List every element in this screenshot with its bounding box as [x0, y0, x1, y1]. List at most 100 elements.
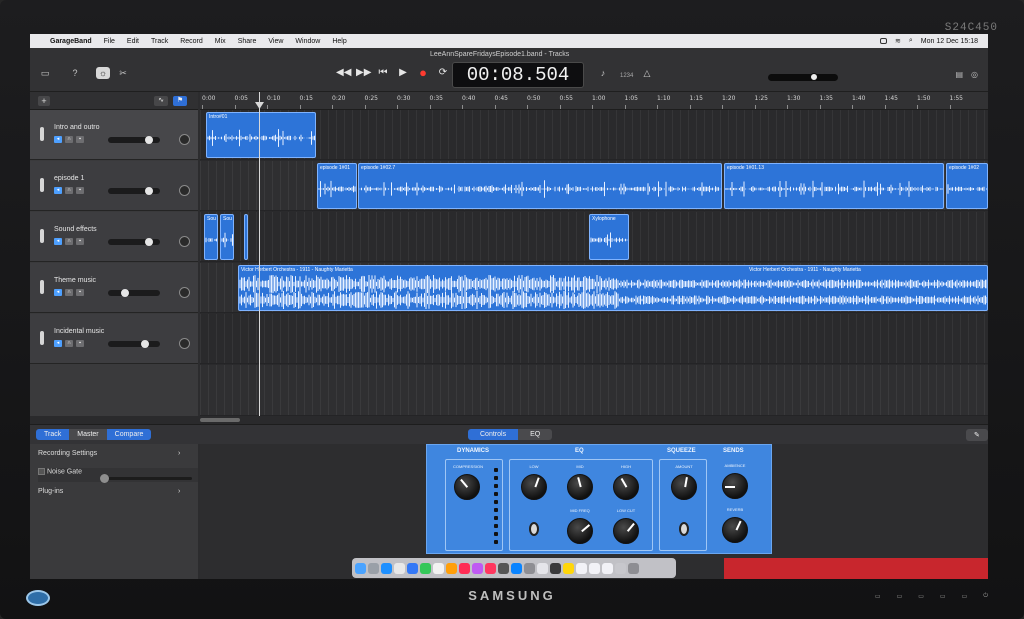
tv-icon[interactable]	[498, 562, 509, 574]
metronome-icon[interactable]: △	[640, 67, 654, 79]
audio-region[interactable]: episode 1#01.13	[724, 163, 944, 209]
mid-freq-knob[interactable]	[567, 518, 593, 544]
mute-icon[interactable]: ◂	[54, 289, 62, 296]
scrollbar-thumb[interactable]	[200, 418, 240, 422]
pan-knob[interactable]	[179, 338, 190, 349]
catch-icon[interactable]: ⚑	[173, 96, 187, 106]
record-enable-icon[interactable]: ▪	[76, 187, 84, 194]
calendar-icon[interactable]	[433, 562, 444, 574]
menubar-clock[interactable]: Mon 12 Dec 15:18	[921, 38, 978, 45]
library-icon[interactable]: ▭	[38, 67, 52, 79]
lcd-time-display[interactable]: 00:08.504	[452, 62, 584, 88]
fast-forward-icon[interactable]: ▶▶	[356, 65, 371, 81]
go-to-start-icon[interactable]: ⏮	[376, 65, 390, 81]
mid-knob[interactable]	[567, 474, 593, 500]
track-name[interactable]: Theme music	[54, 277, 96, 284]
mute-icon[interactable]: ◂	[54, 136, 62, 143]
cycle-icon[interactable]: ⟳	[436, 65, 450, 81]
track-lane[interactable]	[200, 314, 988, 364]
track-name[interactable]: Incidental music	[54, 328, 104, 335]
trash-icon[interactable]	[628, 562, 639, 574]
horizontal-scrollbar[interactable]	[30, 416, 988, 424]
track-lane[interactable]	[200, 365, 988, 416]
noise-gate-knob[interactable]	[100, 474, 109, 483]
high-knob[interactable]	[613, 474, 639, 500]
track-volume-knob[interactable]	[145, 136, 154, 144]
noise-gate-checkbox[interactable]	[38, 468, 45, 475]
track-volume-slider[interactable]	[108, 289, 160, 297]
battery-icon[interactable]	[880, 38, 887, 44]
master-volume-slider[interactable]	[768, 73, 838, 81]
menu-item-window[interactable]: Window	[295, 38, 320, 45]
menu-item-mix[interactable]: Mix	[215, 38, 226, 45]
photos-icon[interactable]	[459, 562, 470, 574]
menu-item-view[interactable]: View	[268, 38, 283, 45]
podcasts-icon[interactable]	[472, 562, 483, 574]
track-volume-slider[interactable]	[108, 340, 160, 348]
messages-icon[interactable]	[420, 562, 431, 574]
preview-icon[interactable]	[537, 562, 548, 574]
audio-region[interactable]: Sou	[204, 214, 218, 260]
record-enable-icon[interactable]: ▪	[76, 340, 84, 347]
track-header[interactable]: Theme music ◂ ∩ ▪	[30, 263, 198, 313]
app-store-icon[interactable]	[511, 562, 522, 574]
menu-item-track[interactable]: Track	[151, 38, 168, 45]
mute-icon[interactable]: ◂	[54, 238, 62, 245]
pan-knob[interactable]	[179, 185, 190, 196]
tab-eq[interactable]: EQ	[518, 429, 553, 440]
low-knob[interactable]	[521, 474, 547, 500]
search-icon[interactable]: ⌕	[909, 37, 913, 45]
track-header[interactable]: episode 1 ◂ ∩ ▪	[30, 161, 198, 211]
track-volume-slider[interactable]	[108, 136, 160, 144]
record-enable-icon[interactable]: ▪	[76, 136, 84, 143]
headphones-icon[interactable]: ∩	[65, 340, 73, 347]
track-volume-knob[interactable]	[121, 289, 130, 297]
low-cut-knob[interactable]	[613, 518, 639, 544]
monitor-button[interactable]: ▭	[940, 593, 946, 600]
notepad-icon[interactable]: ▤	[955, 70, 963, 79]
smart-controls-icon[interactable]: ☼	[96, 67, 110, 79]
noise-gate-slider[interactable]	[100, 474, 192, 483]
wifi-icon[interactable]: ≋	[895, 37, 901, 45]
settings-icon[interactable]	[524, 562, 535, 574]
tuner-icon[interactable]: ♪	[596, 67, 610, 79]
track-header[interactable]: Intro and outro ◂ ∩ ▪	[30, 110, 198, 160]
stickies-icon[interactable]	[563, 562, 574, 574]
record-icon[interactable]: ●	[416, 65, 430, 81]
track-lane[interactable]	[200, 110, 988, 160]
pencil-icon[interactable]: ✎	[966, 429, 988, 441]
track-name[interactable]: episode 1	[54, 175, 84, 182]
track-volume-knob[interactable]	[145, 238, 154, 246]
headphones-icon[interactable]: ∩	[65, 238, 73, 245]
monitor-button[interactable]: ▭	[897, 593, 903, 600]
tab-master[interactable]: Master	[69, 429, 107, 440]
rewind-icon[interactable]: ◀◀	[336, 65, 351, 81]
mail-icon[interactable]	[407, 562, 418, 574]
document-icon[interactable]	[602, 562, 613, 574]
menu-item-edit[interactable]: Edit	[127, 38, 139, 45]
recording-settings-row[interactable]: Recording Settings ›	[38, 450, 180, 457]
loop-browser-icon[interactable]: ◎	[971, 70, 978, 79]
track-volume-slider[interactable]	[108, 187, 160, 195]
record-enable-icon[interactable]: ▪	[76, 238, 84, 245]
eq-toggle[interactable]	[529, 522, 539, 536]
menu-item-file[interactable]: File	[104, 38, 115, 45]
amount-knob[interactable]	[671, 474, 697, 500]
timeline-ruler[interactable]: 0:00 0:05 0:10 0:15 0:20 0:25 0:30 0:35 0:40 0:45…	[200, 92, 988, 110]
automation-icon[interactable]: ∿	[154, 96, 168, 106]
help-icon[interactable]: ?	[68, 67, 82, 79]
menu-item-record[interactable]: Record	[180, 38, 203, 45]
chevron-right-icon[interactable]: ›	[178, 450, 180, 457]
headphones-icon[interactable]: ∩	[65, 136, 73, 143]
audio-region[interactable]: Sou	[220, 214, 234, 260]
downloads-icon[interactable]	[615, 562, 626, 574]
compression-knob[interactable]	[454, 474, 480, 500]
tracks-timeline[interactable]: 0:00 0:05 0:10 0:15 0:20 0:25 0:30 0:35 0:40 0:45…	[200, 92, 988, 416]
menu-item-garageband[interactable]: GarageBand	[50, 38, 92, 45]
finder-icon[interactable]	[355, 562, 366, 574]
garageband-icon[interactable]	[550, 562, 561, 574]
track-header[interactable]: Incidental music ◂ ∩ ▪	[30, 314, 198, 364]
chrome-icon[interactable]	[394, 562, 405, 574]
playhead[interactable]	[255, 92, 264, 416]
monitor-button[interactable]: ▭	[918, 593, 924, 600]
